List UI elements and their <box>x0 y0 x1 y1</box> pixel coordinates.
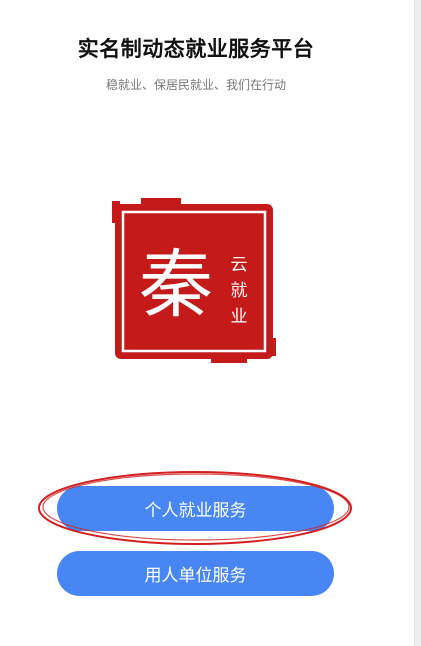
personal-employment-service-button[interactable]: 个人就业服务 <box>57 486 334 531</box>
page-title: 实名制动态就业服务平台 <box>77 37 315 61</box>
seal-side-glyph-3: 业 <box>231 307 248 327</box>
page-subtitle: 稳就业、保居民就业、我们在行动 <box>105 78 286 92</box>
employer-service-button[interactable]: 用人单位服务 <box>57 551 334 596</box>
red-seal-icon: 秦 云 就 业 <box>112 198 276 363</box>
scrollbar-track[interactable] <box>414 0 421 646</box>
seal-side-glyph-2: 就 <box>231 281 248 301</box>
app-screen: 实名制动态就业服务平台 稳就业、保居民就业、我们在行动 秦 云 就 业 个人就业… <box>0 0 421 646</box>
seal-main-glyph: 秦 <box>139 242 213 328</box>
seal-side-glyph-1: 云 <box>231 255 248 275</box>
